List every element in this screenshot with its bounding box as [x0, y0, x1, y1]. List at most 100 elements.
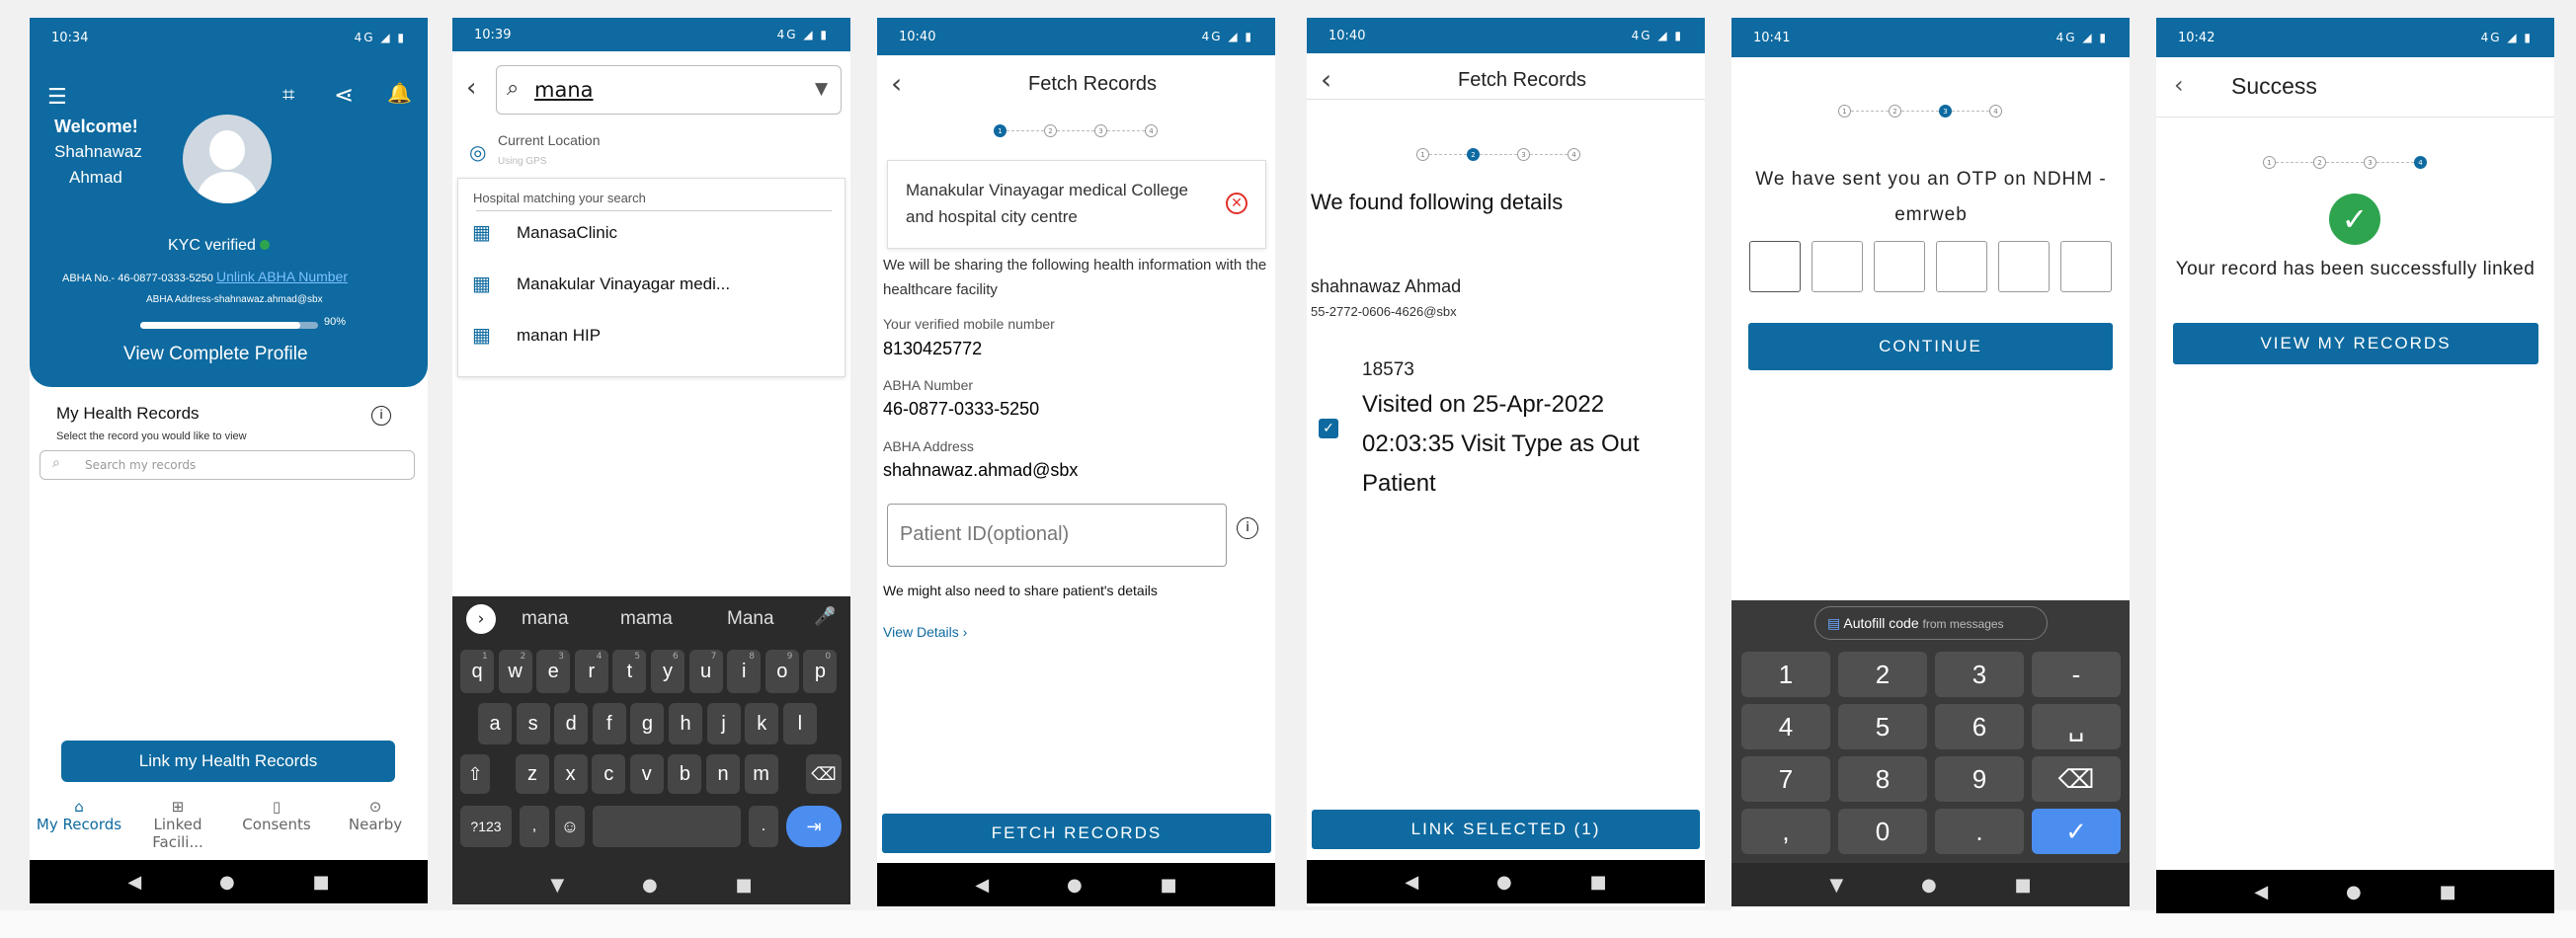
num-key[interactable]: ␣ — [2032, 704, 2121, 749]
back-nav-icon[interactable]: ◀ — [975, 875, 989, 896]
key-a[interactable]: a — [478, 703, 512, 744]
otp-digit-box[interactable] — [2060, 241, 2112, 292]
fetch-records-button[interactable]: FETCH RECORDS — [882, 814, 1271, 853]
back-nav-icon[interactable]: ▼ — [1829, 875, 1843, 896]
home-nav-icon[interactable]: ● — [1921, 875, 1937, 896]
key-x[interactable]: x — [553, 754, 588, 794]
shift-key[interactable]: ⇧ — [460, 754, 490, 794]
home-nav-icon[interactable]: ● — [1496, 872, 1512, 893]
recents-nav-icon[interactable]: ■ — [2015, 875, 2032, 896]
key-c[interactable]: c — [592, 754, 626, 794]
info-icon[interactable]: i — [1237, 517, 1258, 539]
key-e[interactable]: e — [536, 650, 571, 693]
key-u[interactable]: u — [688, 650, 723, 693]
search-records-input[interactable]: ⌕ Search my records — [40, 450, 415, 480]
location-icon[interactable]: ◎ — [469, 140, 486, 164]
key-h[interactable]: h — [669, 703, 702, 744]
key-p[interactable]: p — [803, 650, 838, 693]
num-key[interactable]: 8 — [1838, 756, 1927, 802]
patient-id-input[interactable]: Patient ID(optional) — [887, 504, 1227, 567]
num-key[interactable]: 0 — [1838, 809, 1927, 854]
suggestion[interactable]: mana — [522, 608, 569, 630]
num-key[interactable]: . — [1935, 809, 2024, 854]
home-nav-icon[interactable]: ● — [642, 875, 658, 896]
key-n[interactable]: n — [706, 754, 740, 794]
num-key[interactable]: 6 — [1935, 704, 2024, 749]
otp-digit-box[interactable] — [1749, 241, 1801, 292]
link-selected-button[interactable]: LINK SELECTED (1) — [1312, 810, 1700, 849]
continue-button[interactable]: CONTINUE — [1748, 323, 2113, 370]
num-key[interactable]: 7 — [1741, 756, 1830, 802]
key-r[interactable]: r — [574, 650, 608, 693]
home-nav-icon[interactable]: ● — [2346, 882, 2362, 902]
num-key[interactable]: 5 — [1838, 704, 1927, 749]
key-m[interactable]: m — [744, 754, 778, 794]
home-nav-icon[interactable]: ● — [1067, 875, 1083, 896]
suggestion[interactable]: Mana — [727, 608, 774, 630]
comma-key[interactable]: , — [520, 806, 549, 847]
num-key[interactable]: 1 — [1741, 652, 1830, 697]
key-o[interactable]: o — [765, 650, 799, 693]
result-item[interactable]: ▦ manan HIP — [472, 323, 838, 356]
menu-icon[interactable]: ☰ — [47, 85, 67, 110]
key-i[interactable]: i — [727, 650, 762, 693]
recents-nav-icon[interactable]: ■ — [2440, 882, 2456, 902]
num-key[interactable]: 2 — [1838, 652, 1927, 697]
key-q[interactable]: q — [460, 650, 494, 693]
tab-my-records[interactable]: ⌂ My Records — [30, 798, 128, 833]
remove-icon[interactable]: ✕ — [1226, 193, 1248, 214]
suggestion[interactable]: mama — [620, 608, 673, 630]
key-j[interactable]: j — [706, 703, 741, 744]
symbols-key[interactable]: ?123 — [460, 806, 512, 847]
otp-digit-box[interactable] — [1874, 241, 1925, 292]
tab-linked-facilities[interactable]: ⊞ Linked Facili... — [128, 798, 227, 851]
otp-digit-box[interactable] — [1936, 241, 1987, 292]
emoji-icon[interactable]: ☺ — [555, 806, 585, 847]
backspace-key[interactable]: ⌫ — [806, 754, 842, 794]
num-key[interactable]: , — [1741, 809, 1830, 854]
back-nav-icon[interactable]: ◀ — [2254, 882, 2268, 902]
back-nav-icon[interactable]: ◀ — [1405, 872, 1418, 893]
key-y[interactable]: y — [651, 650, 684, 693]
num-key[interactable]: 9 — [1935, 756, 2024, 802]
home-nav-icon[interactable]: ● — [219, 872, 235, 893]
view-records-button[interactable]: VIEW MY RECORDS — [2173, 323, 2538, 364]
result-item[interactable]: ▦ ManasaClinic — [472, 220, 838, 254]
key-d[interactable]: d — [554, 703, 589, 744]
unlink-abha-link[interactable]: Unlink ABHA Number — [216, 269, 348, 284]
back-icon[interactable]: ‹ — [891, 67, 902, 100]
key-k[interactable]: k — [745, 703, 779, 744]
record-checkbox[interactable]: ✓ — [1319, 419, 1338, 438]
period-key[interactable]: . — [749, 806, 778, 847]
back-icon[interactable]: ‹ — [1321, 63, 1331, 96]
result-item[interactable]: ▦ Manakular Vinayagar medi... — [472, 272, 838, 305]
key-t[interactable]: t — [612, 650, 647, 693]
autofill-chip[interactable]: ▤ Autofill code from messages — [1814, 606, 2048, 640]
num-key[interactable]: 4 — [1741, 704, 1830, 749]
view-details-link[interactable]: View Details › — [883, 624, 967, 640]
back-nav-icon[interactable]: ◀ — [127, 872, 141, 893]
otp-digit-box[interactable] — [1998, 241, 2050, 292]
recents-nav-icon[interactable]: ■ — [313, 872, 330, 893]
num-key[interactable]: 3 — [1935, 652, 2024, 697]
view-profile-link[interactable]: View Complete Profile — [123, 344, 308, 365]
mic-icon[interactable]: 🎤 — [814, 606, 836, 627]
key-s[interactable]: s — [516, 703, 550, 744]
otp-digit-box[interactable] — [1811, 241, 1863, 292]
filter-icon[interactable]: ▼ — [815, 79, 828, 99]
tab-consents[interactable]: ▯ Consents — [227, 798, 326, 833]
back-icon[interactable]: ‹ — [466, 73, 476, 103]
num-key[interactable]: - — [2032, 652, 2121, 697]
key-z[interactable]: z — [516, 754, 549, 794]
scan-icon[interactable]: ⌗ — [282, 83, 294, 108]
key-l[interactable]: l — [782, 703, 817, 744]
share-icon[interactable]: ⋖ — [334, 81, 354, 109]
hospital-search-input[interactable]: ⌕ mana ▼ — [496, 65, 842, 115]
enter-key[interactable]: ⇥ — [786, 806, 842, 847]
key-f[interactable]: f — [592, 703, 626, 744]
recents-nav-icon[interactable]: ■ — [1161, 875, 1177, 896]
bell-icon[interactable]: 🔔 — [387, 81, 412, 105]
key-v[interactable]: v — [629, 754, 664, 794]
current-location[interactable]: Current Location — [498, 132, 601, 148]
key-g[interactable]: g — [630, 703, 665, 744]
